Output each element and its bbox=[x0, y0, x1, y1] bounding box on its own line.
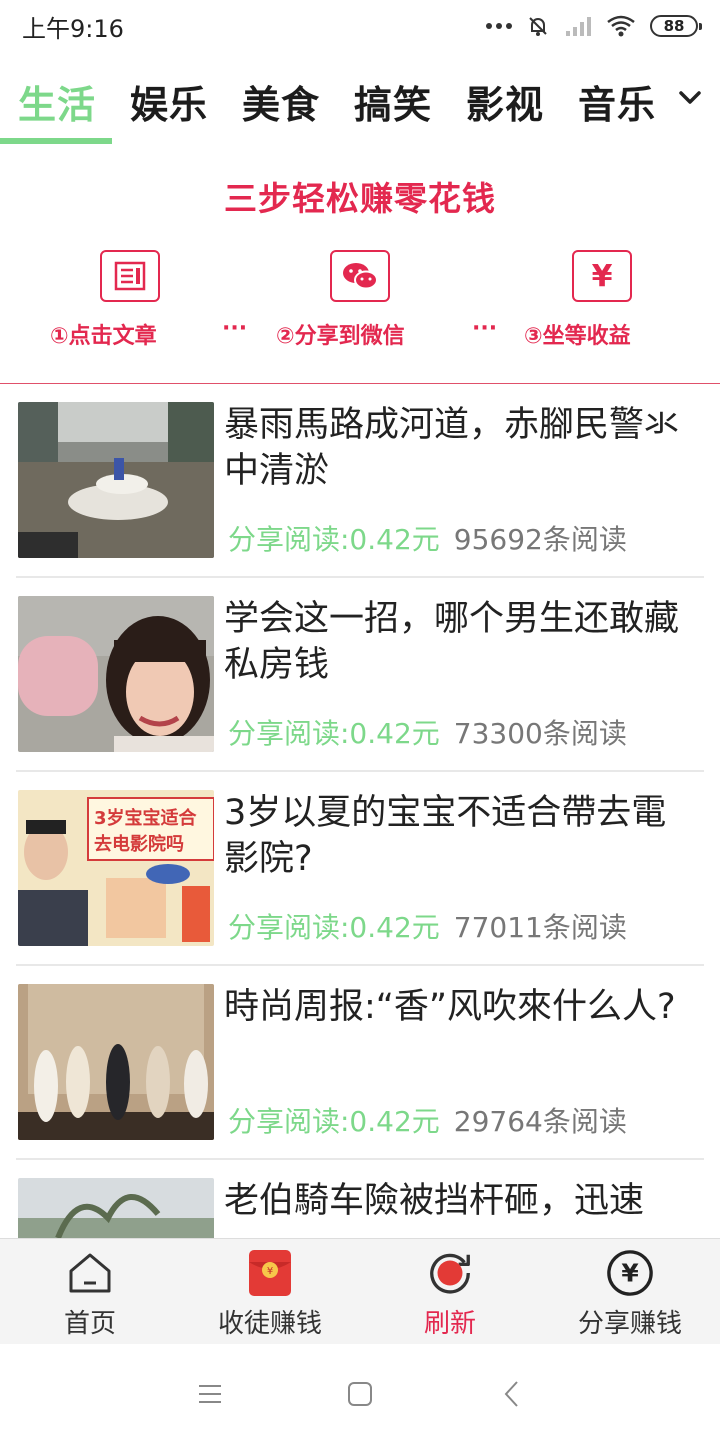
svg-text:¥: ¥ bbox=[621, 1259, 639, 1288]
back-icon[interactable] bbox=[492, 1374, 532, 1414]
more-dots-icon bbox=[486, 23, 512, 29]
nav-share-earn-label: 分享赚钱 bbox=[577, 1309, 682, 1339]
read-count: 29764条阅读 bbox=[453, 1105, 627, 1138]
article-title[interactable]: 暴雨馬路成河道，赤腳民警氺中清淤 bbox=[224, 402, 700, 494]
article-meta: 分享阅读:0.42元 73300条阅读 bbox=[228, 712, 698, 752]
read-count: 95692条阅读 bbox=[453, 523, 627, 556]
document-icon bbox=[100, 250, 160, 302]
battery-indicator: 88 bbox=[650, 15, 702, 37]
tab-life[interactable]: 生活 bbox=[18, 74, 96, 129]
tab-music[interactable]: 音乐 bbox=[578, 74, 656, 129]
poster-text-line1: 3岁宝宝适合 bbox=[94, 807, 198, 829]
menu-icon[interactable] bbox=[190, 1374, 230, 1414]
article-title[interactable]: 時尚周报:“香”风吹來什么人? bbox=[224, 984, 700, 1030]
nav-recruit[interactable]: ¥ 收徒赚钱 bbox=[180, 1239, 360, 1345]
mute-bell-icon bbox=[529, 17, 547, 36]
share-reward: 分享阅读:0.42元 bbox=[228, 1105, 440, 1138]
article-title[interactable]: 学会这一招，哪个男生还敢藏私房钱 bbox=[224, 596, 700, 688]
article-meta: 分享阅读:0.42元 29764条阅读 bbox=[228, 1100, 698, 1140]
promo-title: 三步轻松赚零花钱 bbox=[224, 179, 496, 218]
read-count: 77011条阅读 bbox=[453, 911, 627, 944]
share-reward: 分享阅读:0.42元 bbox=[228, 717, 440, 750]
nav-home[interactable]: 首页 bbox=[0, 1239, 180, 1345]
article-thumbnail bbox=[18, 402, 214, 558]
cellular-signal-icon bbox=[566, 17, 591, 36]
tab-funny[interactable]: 搞笑 bbox=[354, 74, 432, 129]
category-tabs: 生活 娱乐 美食 搞笑 影视 音乐 bbox=[0, 60, 720, 146]
active-tab-indicator bbox=[0, 138, 112, 144]
yuan-circle-icon: ¥ bbox=[606, 1249, 654, 1297]
article-item[interactable]: 老伯騎车險被挡杆砸，迅速 bbox=[16, 1160, 704, 1238]
read-count: 73300条阅读 bbox=[453, 717, 627, 750]
step-2-label: ②分享到微信 bbox=[276, 324, 405, 349]
chevron-down-icon[interactable] bbox=[676, 84, 704, 112]
svg-text:¥: ¥ bbox=[267, 1266, 273, 1277]
share-reward: 分享阅读:0.42元 bbox=[228, 911, 440, 944]
nav-refresh[interactable]: 刷新 bbox=[360, 1239, 540, 1345]
step-3-label: ③坐等收益 bbox=[524, 324, 631, 349]
article-item[interactable]: 学会这一招，哪个男生还敢藏私房钱 分享阅读:0.42元 73300条阅读 bbox=[16, 578, 704, 772]
article-title[interactable]: 老伯騎车險被挡杆砸，迅速 bbox=[224, 1178, 700, 1224]
home-square-icon[interactable] bbox=[340, 1374, 380, 1414]
article-thumbnail bbox=[18, 984, 214, 1140]
article-feed[interactable]: 暴雨馬路成河道，赤腳民警氺中清淤 分享阅读:0.42元 95692条阅读 学会这一… bbox=[0, 384, 720, 1238]
nav-recruit-label: 收徒赚钱 bbox=[217, 1309, 322, 1339]
red-envelope-icon: ¥ bbox=[246, 1249, 294, 1297]
status-bar: 上午9:16 88 bbox=[0, 0, 720, 52]
status-time: 上午9:16 bbox=[22, 14, 124, 43]
article-meta: 分享阅读:0.42元 95692条阅读 bbox=[228, 518, 698, 558]
tab-entertainment[interactable]: 娱乐 bbox=[130, 74, 208, 129]
article-thumbnail: 3岁宝宝适合 去电影院吗 bbox=[18, 790, 214, 946]
article-meta: 分享阅读:0.42元 77011条阅读 bbox=[228, 906, 698, 946]
status-icons: 88 bbox=[486, 14, 702, 38]
article-thumbnail bbox=[18, 596, 214, 752]
tab-food[interactable]: 美食 bbox=[242, 74, 320, 129]
article-thumbnail bbox=[18, 1178, 214, 1238]
yuan-icon: ¥ bbox=[572, 250, 632, 302]
system-nav-bar bbox=[0, 1344, 720, 1440]
nav-share-earn[interactable]: ¥ 分享赚钱 bbox=[540, 1239, 720, 1345]
refresh-icon bbox=[426, 1249, 474, 1297]
poster-text-line2: 去电影院吗 bbox=[94, 833, 184, 855]
article-item[interactable]: 3岁宝宝适合 去电影院吗 3岁以夏的宝宝不适合帶去電影院? 分享阅读:0.42元… bbox=[16, 772, 704, 966]
wifi-icon bbox=[607, 15, 635, 37]
bottom-nav: 首页 ¥ 收徒赚钱 刷新 ¥ 分享赚钱 bbox=[0, 1238, 720, 1344]
nav-home-label: 首页 bbox=[63, 1309, 116, 1339]
wechat-icon bbox=[330, 250, 390, 302]
article-item[interactable]: 時尚周报:“香”风吹來什么人? 分享阅读:0.42元 29764条阅读 bbox=[16, 966, 704, 1160]
tab-movies[interactable]: 影视 bbox=[466, 74, 544, 129]
article-item[interactable]: 暴雨馬路成河道，赤腳民警氺中清淤 分享阅读:0.42元 95692条阅读 bbox=[16, 384, 704, 578]
step-separator: ··· bbox=[222, 316, 248, 341]
nav-refresh-label: 刷新 bbox=[423, 1309, 476, 1339]
share-reward: 分享阅读:0.42元 bbox=[228, 523, 440, 556]
step-separator: ··· bbox=[472, 316, 498, 341]
article-title[interactable]: 3岁以夏的宝宝不适合帶去電影院? bbox=[224, 790, 700, 882]
home-icon bbox=[66, 1249, 114, 1297]
step-1-label: ①点击文章 bbox=[50, 324, 157, 349]
earn-steps-banner[interactable]: 三步轻松赚零花钱 ¥ ①点击文章 ··· ②分享到微信 ··· ③坐等收益 bbox=[0, 150, 720, 384]
